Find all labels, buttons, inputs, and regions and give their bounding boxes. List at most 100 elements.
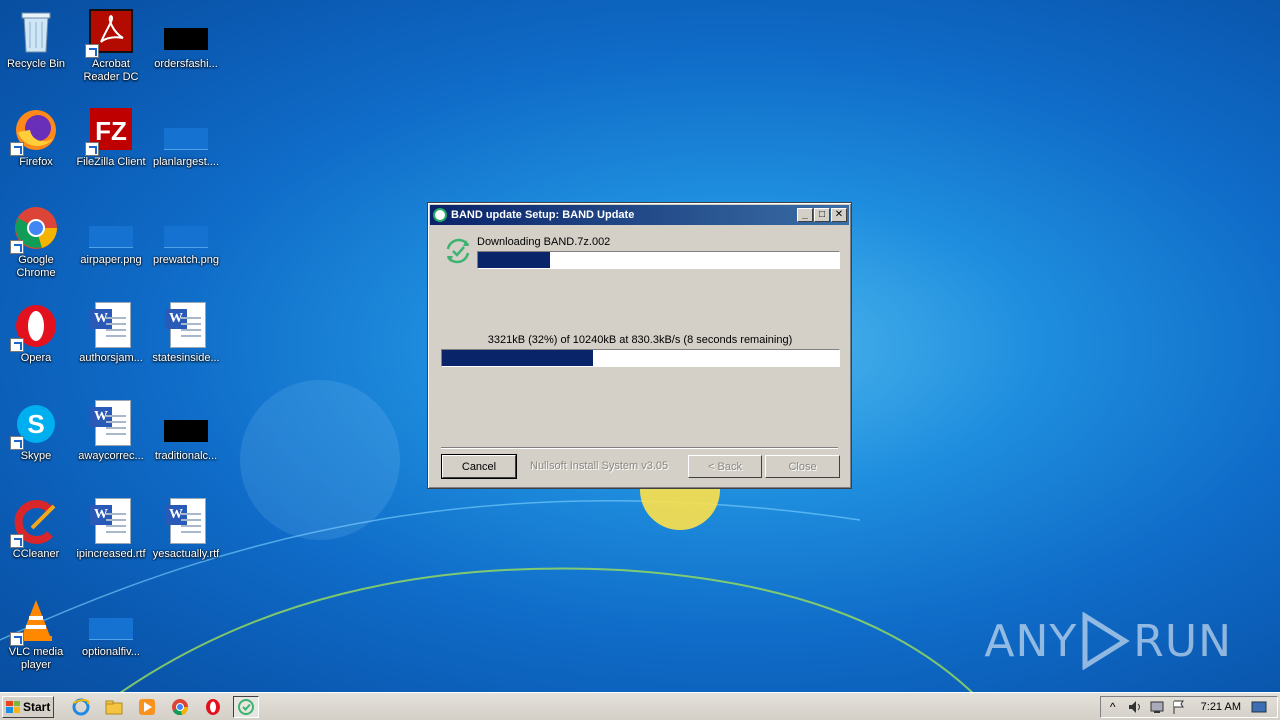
icon-label: prewatch.png xyxy=(152,254,220,266)
window-title: BAND update Setup: BAND Update xyxy=(451,209,635,221)
icon-label: airpaper.png xyxy=(80,254,142,266)
desktop-icon-authorsjam[interactable]: W authorsjam... xyxy=(73,298,149,388)
cancel-button[interactable]: Cancel xyxy=(441,454,517,479)
image-file-icon xyxy=(162,204,210,252)
desktop-icon-awaycorrec[interactable]: W awaycorrec... xyxy=(73,396,149,486)
word-doc-icon: W xyxy=(87,400,135,448)
close-window-button[interactable]: ✕ xyxy=(831,208,847,222)
icon-label: optionalfiv... xyxy=(82,646,140,658)
ie-icon xyxy=(72,698,90,715)
icon-label: Acrobat Reader DC xyxy=(83,58,139,83)
desktop-icon-optionalfiv[interactable]: optionalfiv... xyxy=(73,592,149,682)
icon-label: ipincreased.rtf xyxy=(76,548,146,560)
desktop-icon-chrome[interactable]: Google Chrome xyxy=(0,200,74,290)
word-doc-icon: W xyxy=(87,302,135,350)
start-button[interactable]: Start xyxy=(2,695,54,718)
firefox-icon xyxy=(10,106,60,156)
icon-label: yesactually.rtf xyxy=(152,548,220,560)
minimize-button[interactable]: _ xyxy=(797,208,813,222)
taskbar-ie[interactable] xyxy=(68,696,94,718)
installer-dialog: BAND update Setup: BAND Update _ □ ✕ Dow… xyxy=(427,202,852,489)
download-status-text: Downloading BAND.7z.002 xyxy=(477,236,611,248)
icon-label: VLC media player xyxy=(8,646,64,671)
file-icon xyxy=(87,596,135,644)
back-button[interactable]: < Back xyxy=(688,455,762,478)
word-doc-icon: W xyxy=(162,302,210,350)
chrome-icon xyxy=(10,204,60,254)
file-icon xyxy=(162,106,210,154)
taskbar-chrome[interactable] xyxy=(167,696,193,718)
icon-label: Google Chrome xyxy=(16,254,56,279)
desktop-icon-ccleaner[interactable]: CCleaner xyxy=(0,494,74,584)
vlc-icon xyxy=(10,596,60,646)
nsis-branding: Nullsoft Install System v3.05 xyxy=(530,460,669,472)
sync-check-icon xyxy=(446,238,470,264)
file-progress-fill xyxy=(478,252,551,268)
file-icon xyxy=(162,400,210,448)
watermark-left-text: ANY xyxy=(984,615,1078,667)
overall-progress-fill xyxy=(442,350,593,366)
play-icon xyxy=(1082,612,1131,670)
desktop-icon-opera[interactable]: Opera xyxy=(0,298,74,388)
desktop-icon-traditionalc[interactable]: traditionalc... xyxy=(148,396,224,486)
clock[interactable]: 7:21 AM xyxy=(1201,701,1241,713)
svg-text:S: S xyxy=(27,409,44,439)
media-player-icon xyxy=(139,698,155,715)
start-label: Start xyxy=(23,699,51,714)
separator xyxy=(441,447,838,449)
icon-label: Firefox xyxy=(19,156,53,168)
word-doc-icon: W xyxy=(162,498,210,546)
desktop-icon-filezilla[interactable]: FZ FileZilla Client xyxy=(73,102,149,192)
show-hidden-icons-icon[interactable]: ^ xyxy=(1105,699,1121,715)
recycle-bin-icon xyxy=(12,8,60,56)
anyrun-watermark: ANY RUN xyxy=(984,612,1232,670)
chrome-icon xyxy=(172,698,189,715)
taskbar-opera[interactable] xyxy=(200,696,226,718)
desktop-icon-planlargest[interactable]: planlargest.... xyxy=(148,102,224,192)
desktop-icon-firefox[interactable]: Firefox xyxy=(0,102,74,192)
title-bar[interactable]: BAND update Setup: BAND Update _ □ ✕ xyxy=(430,205,849,225)
taskbar: Start ^ 7:21 AM xyxy=(0,692,1280,720)
overall-progress-bar xyxy=(441,349,840,367)
icon-label: planlargest.... xyxy=(152,156,220,168)
skype-icon: S xyxy=(10,400,60,450)
band-setup-icon xyxy=(433,208,447,222)
icon-label: Opera xyxy=(20,352,52,364)
taskbar-band-setup[interactable] xyxy=(233,695,259,718)
system-tray: ^ 7:21 AM xyxy=(1099,695,1278,718)
desktop-icon-skype[interactable]: S Skype xyxy=(0,396,74,486)
image-file-icon xyxy=(87,204,135,252)
download-progress-text: 3321kB (32%) of 10240kB at 830.3kB/s (8 … xyxy=(487,334,793,346)
desktop-icon-airpaper[interactable]: airpaper.png xyxy=(73,200,149,290)
desktop-icon-vlc[interactable]: VLC media player xyxy=(0,592,74,682)
filezilla-icon: FZ xyxy=(85,106,135,156)
close-button[interactable]: Close xyxy=(765,455,840,478)
opera-icon xyxy=(206,698,220,715)
word-doc-icon: W xyxy=(87,498,135,546)
band-setup-icon xyxy=(238,698,254,715)
maximize-button[interactable]: □ xyxy=(814,208,830,222)
windows-logo-icon xyxy=(6,700,20,713)
icon-label: authorsjam... xyxy=(79,352,143,364)
icon-label: awaycorrec... xyxy=(78,450,144,462)
volume-icon[interactable] xyxy=(1127,699,1143,715)
desktop-icon-ordersfashi[interactable]: ordersfashi... xyxy=(148,4,224,94)
file-icon xyxy=(162,8,210,56)
network-icon[interactable] xyxy=(1149,699,1165,715)
acrobat-icon xyxy=(85,8,135,58)
icon-label: Skype xyxy=(20,450,52,462)
taskbar-media-player[interactable] xyxy=(134,696,160,718)
desktop-icon-recycle-bin[interactable]: Recycle Bin xyxy=(0,4,74,94)
desktop-icon-prewatch[interactable]: prewatch.png xyxy=(148,200,224,290)
show-desktop-icon[interactable] xyxy=(1251,699,1267,715)
desktop-icon-acrobat[interactable]: Acrobat Reader DC xyxy=(73,4,149,94)
icon-label: FileZilla Client xyxy=(76,156,146,168)
desktop-icon-ipincreased[interactable]: W ipincreased.rtf xyxy=(73,494,149,584)
ccleaner-icon xyxy=(10,498,60,548)
desktop-icon-yesactually[interactable]: W yesactually.rtf xyxy=(148,494,224,584)
taskbar-explorer[interactable] xyxy=(101,696,127,718)
desktop-icon-statesinside[interactable]: W statesinside... xyxy=(148,298,224,388)
watermark-right-text: RUN xyxy=(1133,615,1232,667)
action-center-flag-icon[interactable] xyxy=(1171,699,1187,715)
icon-label: statesinside... xyxy=(152,352,220,364)
